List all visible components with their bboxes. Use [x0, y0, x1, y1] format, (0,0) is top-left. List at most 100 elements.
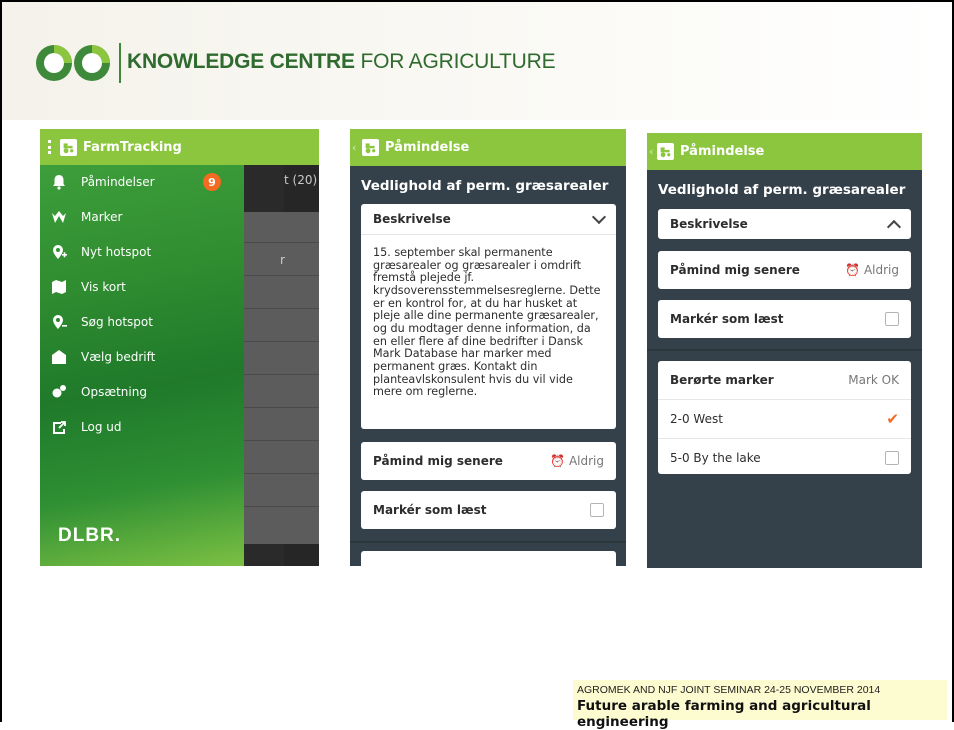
remind-value[interactable]: ⏰ Aldrig [845, 263, 899, 277]
mark-read-row[interactable]: Markér som læst [361, 491, 616, 529]
menu-item-nyt-hotspot[interactable]: Nyt hotspot [40, 235, 244, 269]
mark-read-checkbox[interactable] [590, 503, 604, 517]
alarm-clock-icon: ⏰ [845, 263, 860, 277]
chevron-down-icon[interactable] [591, 209, 607, 225]
menu-item-marker[interactable]: Marker [40, 200, 244, 234]
section-title: Beskrivelse [670, 217, 748, 231]
divider [350, 541, 626, 543]
app-title: FarmTracking [83, 139, 182, 155]
brand-name: KNOWLEDGE CENTRE FOR AGRICULTURE [127, 50, 556, 73]
add-pin-icon [51, 244, 67, 260]
list-item[interactable] [244, 377, 319, 408]
fields-card-partial [361, 551, 616, 566]
affected-fields-card: Berørte marker Mark OK 2-0 West ✔ 5-0 By… [658, 361, 911, 474]
list-item[interactable] [244, 476, 319, 507]
mark-read-label: Markér som læst [670, 312, 784, 326]
field-label: 2-0 West [670, 412, 723, 426]
chevron-up-icon[interactable] [886, 219, 902, 234]
menu-item-opsaetning[interactable]: Opsætning [40, 375, 244, 409]
knowledge-centre-logo [36, 45, 110, 81]
reminder-heading: Vedlighold af perm. græsarealer [361, 178, 609, 194]
field-checkbox[interactable] [885, 451, 899, 465]
description-card[interactable]: Beskrivelse [658, 209, 911, 239]
mark-read-checkbox[interactable] [885, 312, 899, 326]
farm-icon [51, 349, 67, 365]
description-header[interactable]: Beskrivelse [658, 209, 911, 239]
fields-header-label: Berørte marker [670, 373, 774, 387]
dlbr-logo: DLBR. [58, 525, 122, 546]
bell-icon [51, 174, 67, 190]
menu-item-label: Log ud [81, 420, 122, 434]
menu-item-vis-kort[interactable]: Vis kort [40, 270, 244, 304]
field-icon [51, 209, 67, 225]
mark-read-card[interactable]: Markér som læst [361, 491, 616, 529]
menu-item-label: Marker [81, 210, 123, 224]
app-bar: ‹ Påmindelse [350, 129, 626, 166]
background-list-header: t (20) [284, 173, 318, 187]
app-bar: FarmTracking [40, 129, 319, 165]
seminar-line: AGROMEK AND NJF JOINT SEMINAR 24-25 NOVE… [577, 684, 881, 696]
description-card: Beskrivelse 15. september skal permanent… [361, 204, 616, 429]
menu-item-vaelg-bedrift[interactable]: Vælg bedrift [40, 340, 244, 374]
menu-item-paamindelser[interactable]: Påmindelser 9 [40, 165, 244, 199]
list-item[interactable] [244, 344, 319, 375]
menu-item-label: Nyt hotspot [81, 245, 152, 259]
menu-icon[interactable] [48, 140, 51, 154]
mark-read-card[interactable]: Markér som læst [658, 300, 911, 338]
map-icon [51, 279, 67, 295]
remind-later-card[interactable]: Påmind mig senere ⏰ Aldrig [658, 251, 911, 289]
seminar-footer: AGROMEK AND NJF JOINT SEMINAR 24-25 NOVE… [573, 680, 947, 730]
navigation-drawer: Påmindelser 9 Marker Nyt hotspot Vis kor… [40, 165, 244, 566]
remind-label: Påmind mig senere [373, 454, 503, 468]
remind-later-row[interactable]: Påmind mig senere ⏰ Aldrig [658, 251, 911, 289]
description-text: 15. september skal permanente græsareale… [361, 234, 616, 407]
list-item[interactable] [244, 443, 319, 474]
field-label: 5-0 By the lake [670, 451, 761, 465]
list-item[interactable] [244, 278, 319, 309]
tractor-icon [657, 143, 674, 160]
logout-icon [51, 419, 67, 435]
menu-item-log-ud[interactable]: Log ud [40, 410, 244, 444]
field-row[interactable]: 5-0 By the lake [658, 438, 911, 477]
remind-later-card[interactable]: Påmind mig senere ⏰ Aldrig [361, 442, 616, 480]
app-bar: ‹ Påmindelse [647, 133, 922, 170]
menu-item-label: Vis kort [81, 280, 126, 294]
remind-label: Påmind mig senere [670, 263, 800, 277]
list-item[interactable] [244, 311, 319, 342]
background-list: t (20) r [244, 165, 319, 566]
tractor-icon [362, 139, 379, 156]
list-item[interactable] [244, 212, 319, 243]
description-header[interactable]: Beskrivelse [361, 204, 616, 234]
phone-farmtracking-menu: t (20) r FarmTracking Påmindelser 9 Mark… [40, 129, 319, 566]
notification-badge: 9 [203, 173, 221, 191]
back-icon[interactable]: ‹ [352, 141, 356, 154]
tractor-icon [60, 138, 77, 156]
alarm-clock-icon: ⏰ [550, 454, 565, 468]
phone-reminder-description: ‹ Påmindelse Vedlighold af perm. græsare… [350, 129, 626, 566]
field-checkbox-checked[interactable]: ✔ [886, 412, 899, 427]
reminder-heading: Vedlighold af perm. græsarealer [658, 182, 906, 198]
menu-item-soeg-hotspot[interactable]: Søg hotspot [40, 305, 244, 339]
background-fragment: r [280, 253, 285, 267]
mark-read-row[interactable]: Markér som læst [658, 300, 911, 338]
list-item[interactable] [244, 410, 319, 441]
app-title: Påmindelse [680, 144, 765, 159]
back-icon[interactable]: ‹ [649, 145, 653, 158]
mark-read-label: Markér som læst [373, 503, 487, 517]
gears-icon [51, 384, 67, 400]
section-title: Beskrivelse [373, 212, 451, 226]
menu-item-label: Påmindelser [81, 175, 155, 189]
menu-item-label: Vælg bedrift [81, 350, 156, 364]
menu-item-label: Opsætning [81, 385, 147, 399]
fields-status: Mark OK [848, 373, 899, 387]
remind-later-row[interactable]: Påmind mig senere ⏰ Aldrig [361, 442, 616, 480]
field-row[interactable]: 2-0 West ✔ [658, 399, 911, 438]
app-title: Påmindelse [385, 140, 470, 155]
menu-item-label: Søg hotspot [81, 315, 153, 329]
divider [647, 349, 922, 351]
remind-value[interactable]: ⏰ Aldrig [550, 454, 604, 468]
phone-reminder-fields: ‹ Påmindelse Vedlighold af perm. græsare… [647, 133, 922, 568]
search-pin-icon [51, 314, 67, 330]
affected-fields-header: Berørte marker Mark OK [658, 361, 911, 399]
logo-divider [119, 43, 121, 83]
